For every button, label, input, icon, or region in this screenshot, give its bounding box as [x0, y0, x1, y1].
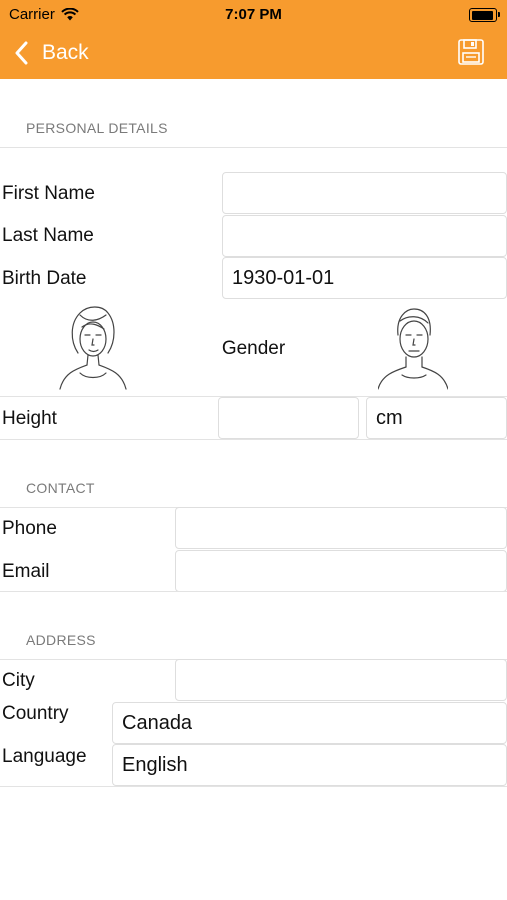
country-label: Country [2, 703, 69, 724]
height-label: Height [2, 408, 57, 429]
carrier-label: Carrier [9, 6, 55, 23]
language-select[interactable]: English [112, 744, 507, 786]
wifi-icon [61, 8, 79, 21]
language-label: Language [2, 746, 87, 767]
section-header-contact: CONTACT [26, 480, 95, 496]
height-field[interactable] [218, 397, 359, 439]
last-name-field[interactable] [222, 215, 507, 257]
city-field[interactable] [175, 659, 507, 701]
phone-label: Phone [2, 518, 57, 539]
male-face-icon[interactable] [378, 305, 448, 391]
battery-icon [469, 8, 500, 22]
back-button[interactable]: Back [14, 38, 89, 68]
separator [0, 147, 507, 148]
first-name-field[interactable] [222, 172, 507, 214]
phone-field[interactable] [175, 507, 507, 549]
status-carrier: Carrier [9, 6, 79, 23]
separator [0, 591, 507, 592]
city-label: City [2, 670, 35, 691]
section-header-personal: PERSONAL DETAILS [26, 120, 168, 136]
email-label: Email [2, 561, 50, 582]
first-name-label: First Name [2, 183, 95, 204]
country-select[interactable]: Canada [112, 702, 507, 744]
floppy-disk-icon[interactable] [457, 38, 485, 66]
section-header-address: ADDRESS [26, 632, 96, 648]
email-field[interactable] [175, 550, 507, 592]
last-name-label: Last Name [2, 225, 94, 246]
birth-date-field[interactable]: 1930-01-01 [222, 257, 507, 299]
back-label: Back [42, 41, 89, 64]
separator [0, 786, 507, 787]
battery-level [471, 10, 494, 20]
separator [0, 439, 507, 440]
navigation-bar: Carrier 7:07 PM Back [0, 0, 507, 79]
chevron-left-icon [15, 41, 28, 65]
birth-date-label: Birth Date [2, 268, 87, 289]
height-unit-select[interactable]: cm [366, 397, 507, 439]
